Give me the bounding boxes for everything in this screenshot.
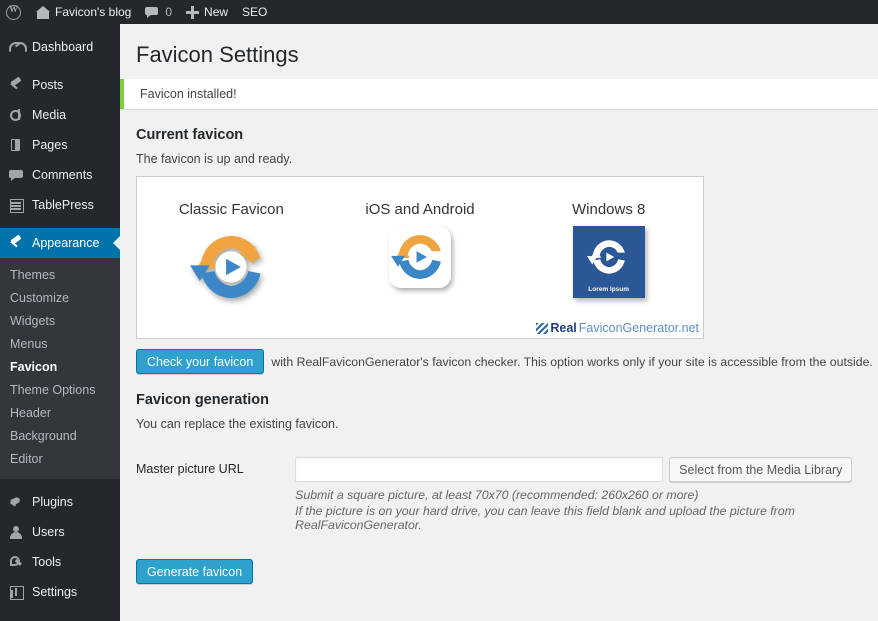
sidebar-item-posts[interactable]: Posts bbox=[0, 70, 120, 100]
sidebar-item-label: Pages bbox=[32, 137, 68, 152]
submenu-item-customize[interactable]: Customize bbox=[0, 287, 120, 310]
admin-sidebar-menu: Dashboard Posts Media Pages Comments Tab… bbox=[0, 24, 120, 621]
sidebar-item-seo[interactable]: SEO bbox=[0, 615, 120, 621]
windows8-tile: Lorem Ipsum bbox=[572, 226, 645, 298]
wordpress-logo-icon bbox=[6, 4, 21, 20]
sidebar-item-label: Plugins bbox=[32, 494, 73, 509]
pages-icon bbox=[8, 137, 24, 153]
preview-classic-favicon: Classic Favicon bbox=[137, 177, 326, 338]
windows8-tile-label: Lorem Ipsum bbox=[588, 286, 630, 293]
master-picture-hint-1: Submit a square picture, at least 70x70 … bbox=[295, 488, 699, 502]
favicon-generation-heading: Favicon generation bbox=[136, 392, 269, 408]
preview-title: Classic Favicon bbox=[178, 201, 284, 218]
ios-android-tile bbox=[389, 226, 451, 288]
plus-icon bbox=[186, 5, 200, 19]
comment-bubble-icon bbox=[145, 6, 159, 18]
current-favicon-heading: Current favicon bbox=[136, 127, 244, 143]
generate-favicon-button[interactable]: Generate favicon bbox=[136, 559, 254, 584]
dashboard-icon bbox=[8, 39, 27, 55]
brand-bold: Real bbox=[550, 321, 577, 335]
preview-title: Windows 8 bbox=[572, 201, 646, 218]
sidebar-item-label: Comments bbox=[32, 167, 93, 182]
sidebar-item-media[interactable]: Media bbox=[0, 100, 120, 130]
page-title: Favicon Settings bbox=[136, 42, 299, 67]
submenu-item-editor[interactable]: Editor bbox=[0, 448, 120, 471]
sidebar-item-label: Dashboard bbox=[32, 39, 94, 54]
submenu-item-favicon[interactable]: Favicon bbox=[0, 356, 120, 379]
select-from-media-library-button[interactable]: Select from the Media Library bbox=[669, 457, 853, 482]
sidebar-item-dashboard[interactable]: Dashboard bbox=[0, 32, 120, 62]
admin-bar: Favicon's blog 0 New SEO bbox=[0, 0, 878, 24]
sidebar-item-tablepress[interactable]: TablePress bbox=[0, 190, 120, 220]
checker-note: with RealFaviconGenerator's favicon chec… bbox=[271, 354, 873, 369]
realfavicongenerator-icon bbox=[536, 322, 549, 334]
site-name-menu[interactable]: Favicon's blog bbox=[29, 0, 138, 24]
comment-bubble-icon bbox=[8, 167, 24, 183]
submenu-item-widgets[interactable]: Widgets bbox=[0, 310, 120, 333]
check-your-favicon-button[interactable]: Check your favicon bbox=[136, 349, 265, 374]
master-picture-url-label: Master picture URL bbox=[136, 462, 244, 476]
submenu-item-background[interactable]: Background bbox=[0, 425, 120, 448]
sidebar-item-tools[interactable]: Tools bbox=[0, 547, 120, 577]
new-content-label: New bbox=[204, 5, 229, 19]
home-icon bbox=[36, 5, 50, 19]
master-picture-url-row: Master picture URL Select from the Media… bbox=[136, 457, 878, 532]
adminbar-seo-label: SEO bbox=[242, 5, 268, 19]
preview-windows8-favicon: Windows 8 Lorem Ipsum bbox=[514, 177, 703, 338]
wordpress-admin-screen: Favicon's blog 0 New SEO Dashboard Posts… bbox=[0, 0, 878, 621]
current-favicon-description: The favicon is up and ready. bbox=[136, 152, 293, 166]
realfavicongenerator-brand: Real FaviconGenerator.net bbox=[536, 321, 699, 335]
submenu-item-header[interactable]: Header bbox=[0, 402, 120, 425]
sidebar-item-label: Settings bbox=[32, 584, 78, 599]
plugin-icon bbox=[8, 494, 24, 510]
favicon-generation-description: You can replace the existing favicon. bbox=[136, 417, 339, 431]
sidebar-item-comments[interactable]: Comments bbox=[0, 160, 120, 190]
sidebar-item-label: Media bbox=[32, 107, 67, 122]
submenu-item-theme-options[interactable]: Theme Options bbox=[0, 379, 120, 402]
site-name-label: Favicon's blog bbox=[55, 5, 132, 19]
table-icon bbox=[8, 197, 24, 213]
adminbar-seo-menu[interactable]: SEO bbox=[235, 0, 274, 24]
preview-title: iOS and Android bbox=[365, 201, 475, 218]
new-content-menu[interactable]: New bbox=[179, 0, 235, 24]
classic-favicon-image bbox=[190, 226, 272, 313]
sidebar-item-settings[interactable]: Settings bbox=[0, 577, 120, 607]
comments-menu[interactable]: 0 bbox=[138, 0, 179, 24]
appearance-brush-icon bbox=[8, 235, 24, 251]
submenu-item-themes[interactable]: Themes bbox=[0, 264, 120, 287]
sidebar-item-label: Appearance bbox=[32, 235, 100, 250]
submenu-item-menus[interactable]: Menus bbox=[0, 333, 120, 356]
sidebar-item-label: Tools bbox=[32, 554, 62, 569]
sidebar-item-pages[interactable]: Pages bbox=[0, 130, 120, 160]
media-icon bbox=[8, 107, 24, 123]
comments-count: 0 bbox=[165, 5, 173, 19]
wordpress-logo-menu[interactable] bbox=[0, 0, 29, 24]
notice-text: Favicon installed! bbox=[140, 87, 237, 101]
preview-ios-android-favicon: iOS and Android bbox=[326, 177, 515, 338]
settings-icon bbox=[8, 584, 24, 600]
favicon-preview-box: Classic Favicon iOS and Android Windows … bbox=[136, 176, 704, 339]
sidebar-item-label: Posts bbox=[32, 77, 64, 92]
user-icon bbox=[8, 524, 24, 540]
sidebar-item-appearance[interactable]: Appearance bbox=[0, 228, 120, 258]
sidebar-item-label: TablePress bbox=[32, 197, 94, 212]
main-content: Favicon Settings Favicon installed! Curr… bbox=[120, 24, 878, 621]
sidebar-item-users[interactable]: Users bbox=[0, 517, 120, 547]
favicon-checker-row: Check your favicon with RealFaviconGener… bbox=[136, 349, 878, 374]
master-picture-url-input[interactable] bbox=[295, 457, 664, 482]
brand-rest: FaviconGenerator.net bbox=[578, 321, 699, 335]
wrench-icon bbox=[8, 554, 24, 570]
sidebar-item-label: Users bbox=[32, 524, 65, 539]
notice-favicon-installed: Favicon installed! bbox=[120, 79, 878, 109]
appearance-submenu: Themes Customize Widgets Menus Favicon T… bbox=[0, 258, 120, 479]
master-picture-hint-2: If the picture is on your hard drive, yo… bbox=[295, 504, 795, 532]
generate-favicon-row: Generate favicon bbox=[136, 559, 878, 584]
sidebar-item-plugins[interactable]: Plugins bbox=[0, 487, 120, 517]
pin-icon bbox=[8, 77, 24, 93]
